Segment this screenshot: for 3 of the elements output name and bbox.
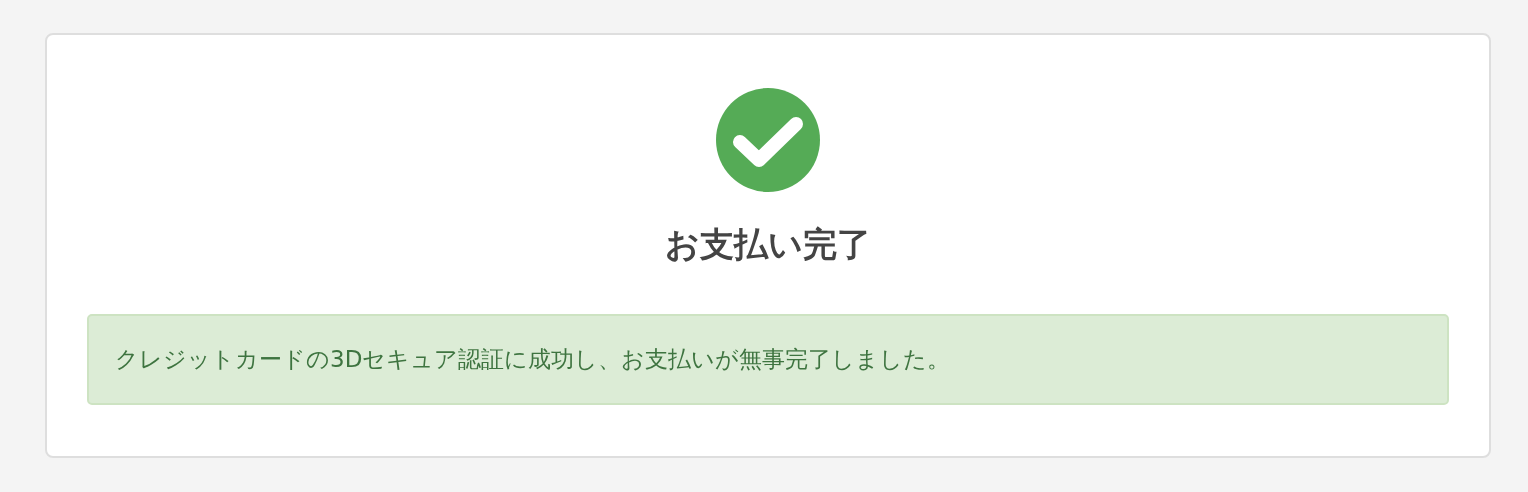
page-title: お支払い完了 bbox=[665, 223, 871, 266]
check-circle-icon bbox=[716, 88, 820, 192]
success-message: クレジットカードの3Dセキュア認証に成功し、お支払いが無事完了しました。 bbox=[87, 314, 1449, 405]
